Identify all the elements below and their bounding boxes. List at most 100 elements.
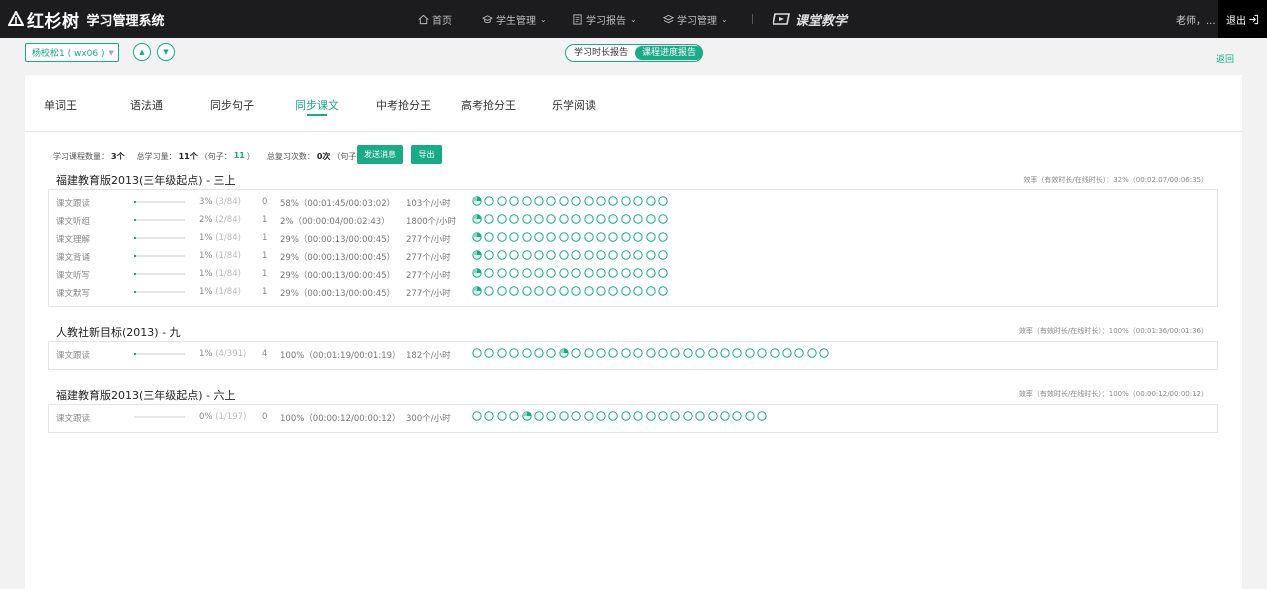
- unit-empty-icon[interactable]: [633, 268, 643, 278]
- unit-empty-icon[interactable]: [633, 214, 643, 224]
- unit-empty-icon[interactable]: [621, 268, 631, 278]
- unit-partial-icon[interactable]: [472, 232, 482, 242]
- unit-empty-icon[interactable]: [559, 214, 569, 224]
- unit-empty-icon[interactable]: [509, 214, 519, 224]
- unit-empty-icon[interactable]: [559, 286, 569, 296]
- tab-duration-report[interactable]: 学习时长报告: [567, 46, 635, 60]
- export-button[interactable]: 导出: [411, 145, 442, 164]
- unit-empty-icon[interactable]: [571, 348, 581, 358]
- unit-empty-icon[interactable]: [732, 411, 743, 421]
- unit-empty-icon[interactable]: [757, 411, 767, 421]
- unit-empty-icon[interactable]: [658, 286, 668, 296]
- unit-empty-icon[interactable]: [521, 214, 532, 224]
- tab-grammar[interactable]: 语法通: [130, 97, 163, 113]
- tab-progress-report[interactable]: 课程进度报告: [635, 46, 704, 60]
- unit-empty-icon[interactable]: [596, 232, 606, 242]
- unit-empty-icon[interactable]: [645, 286, 656, 296]
- unit-empty-icon[interactable]: [596, 286, 606, 296]
- nav-learning-management[interactable]: 学习管理 ⌄: [663, 0, 728, 38]
- unit-empty-icon[interactable]: [484, 196, 495, 206]
- unit-empty-icon[interactable]: [521, 232, 532, 242]
- unit-partial-icon[interactable]: [472, 214, 482, 224]
- unit-empty-icon[interactable]: [534, 348, 544, 358]
- unit-empty-icon[interactable]: [583, 232, 594, 242]
- unit-empty-icon[interactable]: [546, 411, 557, 421]
- unit-empty-icon[interactable]: [509, 196, 519, 206]
- user-menu[interactable]: 老师，... ⌄: [1176, 0, 1224, 38]
- unit-empty-icon[interactable]: [534, 268, 544, 278]
- unit-empty-icon[interactable]: [695, 411, 705, 421]
- unit-empty-icon[interactable]: [596, 268, 606, 278]
- unit-empty-icon[interactable]: [509, 268, 519, 278]
- unit-empty-icon[interactable]: [608, 232, 619, 242]
- unit-empty-icon[interactable]: [707, 411, 718, 421]
- unit-empty-icon[interactable]: [608, 411, 619, 421]
- tab-word-king[interactable]: 单词王: [44, 97, 77, 113]
- unit-empty-icon[interactable]: [645, 250, 656, 260]
- unit-empty-icon[interactable]: [707, 348, 718, 358]
- unit-empty-icon[interactable]: [794, 348, 805, 358]
- unit-partial-icon[interactable]: [521, 411, 532, 421]
- unit-empty-icon[interactable]: [497, 196, 507, 206]
- unit-empty-icon[interactable]: [497, 214, 507, 224]
- classroom-teaching-link[interactable]: 课堂教学: [773, 10, 847, 29]
- unit-empty-icon[interactable]: [534, 214, 544, 224]
- unit-empty-icon[interactable]: [608, 196, 619, 206]
- unit-empty-icon[interactable]: [683, 348, 693, 358]
- unit-empty-icon[interactable]: [757, 348, 767, 358]
- unit-empty-icon[interactable]: [658, 196, 668, 206]
- unit-empty-icon[interactable]: [559, 196, 569, 206]
- unit-empty-icon[interactable]: [559, 232, 569, 242]
- unit-empty-icon[interactable]: [807, 348, 817, 358]
- unit-empty-icon[interactable]: [521, 196, 532, 206]
- unit-empty-icon[interactable]: [621, 286, 631, 296]
- unit-empty-icon[interactable]: [484, 286, 495, 296]
- unit-empty-icon[interactable]: [497, 411, 507, 421]
- unit-empty-icon[interactable]: [497, 286, 507, 296]
- unit-empty-icon[interactable]: [621, 196, 631, 206]
- unit-empty-icon[interactable]: [521, 250, 532, 260]
- unit-empty-icon[interactable]: [484, 250, 495, 260]
- unit-empty-icon[interactable]: [472, 348, 482, 358]
- unit-empty-icon[interactable]: [546, 214, 557, 224]
- unit-empty-icon[interactable]: [484, 268, 495, 278]
- unit-empty-icon[interactable]: [571, 250, 581, 260]
- unit-empty-icon[interactable]: [596, 196, 606, 206]
- unit-empty-icon[interactable]: [534, 250, 544, 260]
- unit-empty-icon[interactable]: [484, 232, 495, 242]
- unit-empty-icon[interactable]: [509, 250, 519, 260]
- unit-empty-icon[interactable]: [621, 214, 631, 224]
- unit-partial-icon[interactable]: [472, 286, 482, 296]
- unit-empty-icon[interactable]: [559, 268, 569, 278]
- nav-home[interactable]: 首页: [418, 0, 452, 38]
- unit-empty-icon[interactable]: [645, 411, 656, 421]
- unit-empty-icon[interactable]: [645, 348, 656, 358]
- unit-empty-icon[interactable]: [583, 196, 594, 206]
- unit-empty-icon[interactable]: [633, 250, 643, 260]
- unit-empty-icon[interactable]: [534, 286, 544, 296]
- unit-empty-icon[interactable]: [534, 196, 544, 206]
- unit-empty-icon[interactable]: [583, 268, 594, 278]
- tab-reading[interactable]: 乐学阅读: [552, 97, 596, 113]
- unit-empty-icon[interactable]: [571, 196, 581, 206]
- unit-empty-icon[interactable]: [472, 411, 482, 421]
- unit-empty-icon[interactable]: [509, 232, 519, 242]
- unit-empty-icon[interactable]: [670, 348, 681, 358]
- unit-empty-icon[interactable]: [509, 411, 519, 421]
- unit-empty-icon[interactable]: [658, 232, 668, 242]
- unit-empty-icon[interactable]: [608, 286, 619, 296]
- unit-empty-icon[interactable]: [546, 250, 557, 260]
- unit-empty-icon[interactable]: [608, 268, 619, 278]
- unit-empty-icon[interactable]: [546, 196, 557, 206]
- unit-empty-icon[interactable]: [509, 348, 519, 358]
- unit-empty-icon[interactable]: [583, 214, 594, 224]
- unit-empty-icon[interactable]: [583, 250, 594, 260]
- tab-sync-sentence[interactable]: 同步句子: [210, 97, 254, 113]
- unit-empty-icon[interactable]: [645, 268, 656, 278]
- unit-empty-icon[interactable]: [596, 250, 606, 260]
- unit-empty-icon[interactable]: [645, 214, 656, 224]
- unit-empty-icon[interactable]: [571, 268, 581, 278]
- unit-empty-icon[interactable]: [596, 348, 606, 358]
- unit-empty-icon[interactable]: [745, 348, 755, 358]
- unit-empty-icon[interactable]: [596, 214, 606, 224]
